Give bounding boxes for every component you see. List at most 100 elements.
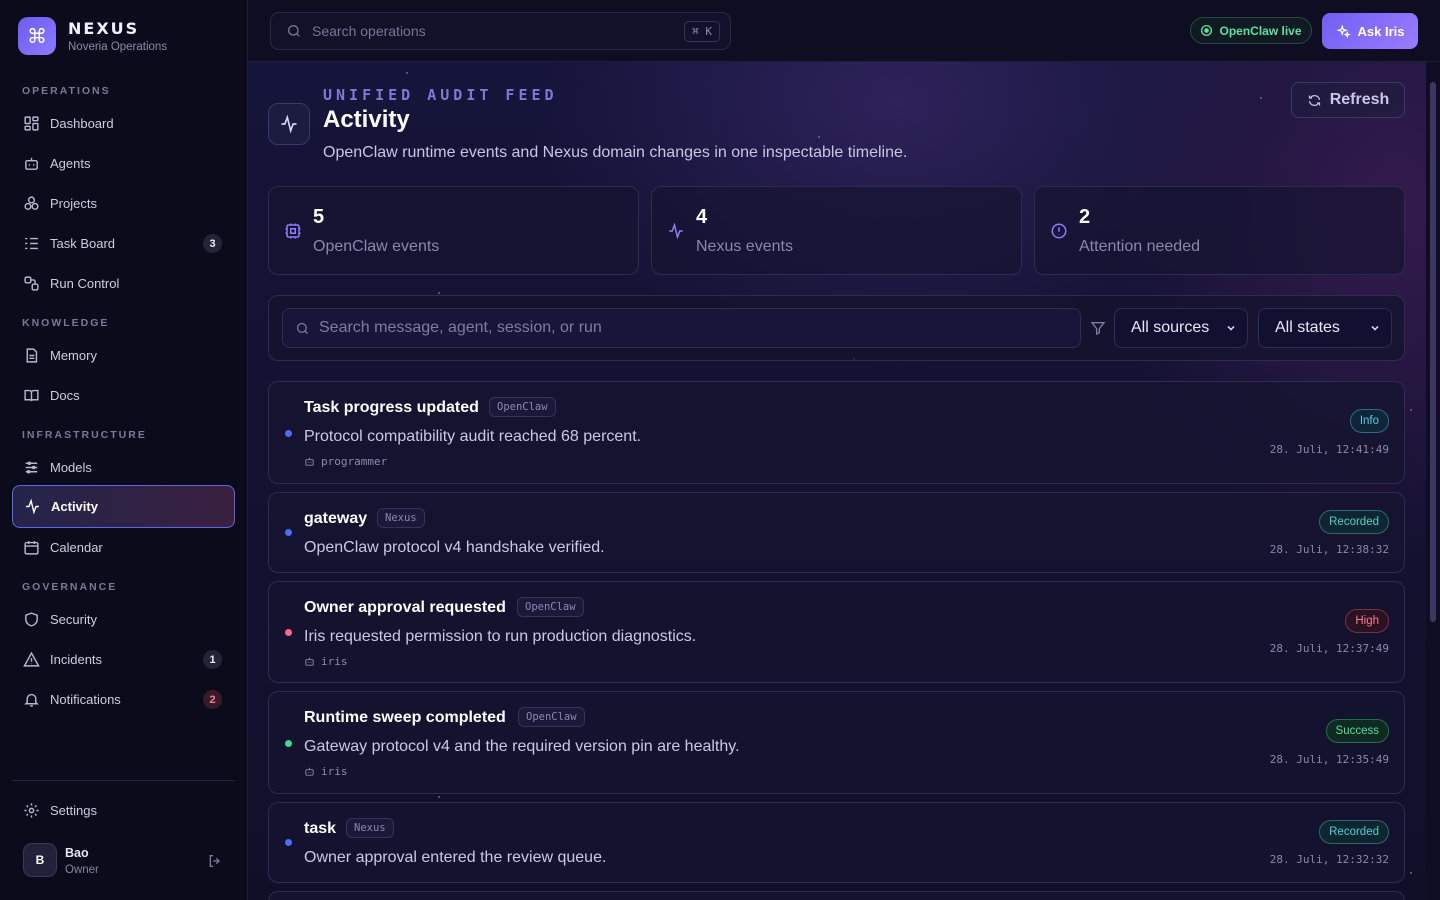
sidebar-item-memory[interactable]: Memory [12,335,235,375]
state-filter-value: All states [1275,319,1340,336]
task-board-icon [25,237,38,249]
event-card[interactable]: Task progress updated OpenClaw Protocol … [268,381,1405,484]
sidebar-item-label: Models [50,459,92,475]
book-icon [24,389,39,401]
bot-icon [305,457,314,466]
stat-value: 2 [1079,206,1091,228]
page-activity-icon [268,103,310,145]
top-bar: Search operations ⌘ K OpenClaw live Ask … [248,0,1440,62]
ask-iris-button[interactable]: Ask Iris [1322,13,1418,49]
command-logo-icon: ⌘ [18,17,56,55]
event-source-tag: Nexus [377,508,425,528]
global-search-input[interactable]: Search operations ⌘ K [270,12,731,50]
event-title: Task progress updated [304,399,479,416]
section-label-knowledge: KNOWLEDGE [22,317,110,329]
event-state-badge: Recorded [1319,510,1389,534]
event-message: Protocol compatibility audit reached 68 … [304,428,642,445]
sidebar-item-label: Activity [51,499,98,514]
search-shortcut-hint: ⌘ K [684,21,720,42]
event-message: Iris requested permission to run product… [304,628,697,645]
sidebar-item-run-control[interactable]: Run Control [12,263,235,303]
stat-label: Nexus events [696,238,793,255]
sidebar-item-notifications[interactable]: Notifications 2 [12,679,235,719]
event-card[interactable]: Runtime sweep completed OpenClaw Gateway… [268,691,1405,794]
event-source-tag: OpenClaw [517,597,584,617]
notifications-count-badge: 2 [203,690,222,709]
event-card[interactable]: gateway Nexus OpenClaw protocol v4 hands… [268,492,1405,573]
event-actor-name: iris [321,765,348,778]
ask-iris-label: Ask Iris [1357,23,1405,39]
state-filter-select[interactable]: All states [1258,308,1392,348]
sidebar-item-task-board[interactable]: Task Board 3 [12,223,235,263]
event-card[interactable]: task Nexus Owner approval entered the re… [268,802,1405,883]
cpu-icon [285,223,301,239]
event-timestamp: 28. Juli, 12:37:49 [1269,642,1389,655]
sidebar-item-projects[interactable]: Projects [12,183,235,223]
stat-label: Attention needed [1079,238,1200,255]
event-card[interactable] [268,891,1405,900]
page-subtitle: OpenClaw runtime events and Nexus domain… [323,144,908,161]
background-star [406,72,408,74]
run-control-icon [24,275,39,291]
warning-icon [23,651,40,667]
sidebar-item-label: Memory [50,347,97,363]
sidebar-item-docs[interactable]: Docs [12,375,235,415]
event-title: gateway [304,510,368,527]
sidebar-item-label: Run Control [50,275,120,291]
sidebar-item-settings[interactable]: Settings [12,790,235,830]
refresh-button[interactable]: Refresh [1291,82,1405,118]
page-eyebrow: UNIFIED AUDIT FEED [323,86,558,104]
projects-icon [24,195,39,210]
refresh-label: Refresh [1329,91,1390,108]
event-timestamp: 28. Juli, 12:38:32 [1269,543,1389,556]
sidebar-item-models[interactable]: Models [12,447,235,487]
user-role: Owner [65,864,99,876]
settings-label: Settings [50,802,97,818]
stat-label: OpenClaw events [313,238,440,255]
event-title: Owner approval requested [304,599,506,616]
sparkles-icon [1336,24,1351,38]
brand-name: NEXUS [68,19,140,38]
sidebar-item-agents[interactable]: Agents [12,143,235,183]
sidebar-item-calendar[interactable]: Calendar [12,527,235,567]
event-actor: iris [304,655,348,668]
refresh-icon [1308,94,1320,106]
bot-icon [25,157,38,170]
sidebar-item-incidents[interactable]: Incidents 1 [12,639,235,679]
gear-icon [24,802,39,818]
openclaw-live-status[interactable]: OpenClaw live [1190,17,1312,44]
activity-search-input[interactable]: Search message, agent, session, or run [282,308,1081,348]
stat-card-nexus: 4 Nexus events [651,186,1022,275]
event-state-badge: Success [1325,719,1389,743]
search-icon [288,25,300,37]
background-star [438,796,440,798]
event-message: OpenClaw protocol v4 handshake verified. [304,539,605,556]
section-label-operations: OPERATIONS [22,85,111,97]
event-card[interactable]: Owner approval requested OpenClaw Iris r… [268,581,1405,683]
source-filter-select[interactable]: All sources [1114,308,1248,348]
main-content: UNIFIED AUDIT FEED Activity OpenClaw run… [248,62,1426,900]
filter-bar: Search message, agent, session, or run A… [268,295,1405,361]
event-status-dot [285,839,292,846]
activity-search-placeholder: Search message, agent, session, or run [319,319,602,336]
logout-icon[interactable] [207,853,223,869]
main-scrollbar-thumb[interactable] [1430,82,1436,622]
incidents-count-badge: 1 [203,650,222,669]
sidebar-item-dashboard[interactable]: Dashboard [12,103,235,143]
calendar-icon [24,540,39,555]
chevron-down-icon [1371,325,1379,331]
sidebar-item-security[interactable]: Security [12,599,235,639]
sidebar-item-label: Incidents [50,651,103,667]
stat-card-attention: 2 Attention needed [1034,186,1405,275]
sidebar-item-label: Notifications [50,691,121,707]
event-status-dot [285,529,292,536]
sidebar-item-activity[interactable]: Activity [12,485,235,528]
event-timestamp: 28. Juli, 12:35:49 [1269,753,1389,766]
stat-value: 5 [313,206,325,228]
event-status-dot [285,430,292,437]
brand[interactable]: ⌘ NEXUS Noveria Operations [18,17,167,55]
memory-icon [26,347,38,363]
event-actor-name: iris [321,655,348,668]
event-state-badge: Info [1349,409,1389,433]
avatar[interactable]: B [23,843,57,877]
